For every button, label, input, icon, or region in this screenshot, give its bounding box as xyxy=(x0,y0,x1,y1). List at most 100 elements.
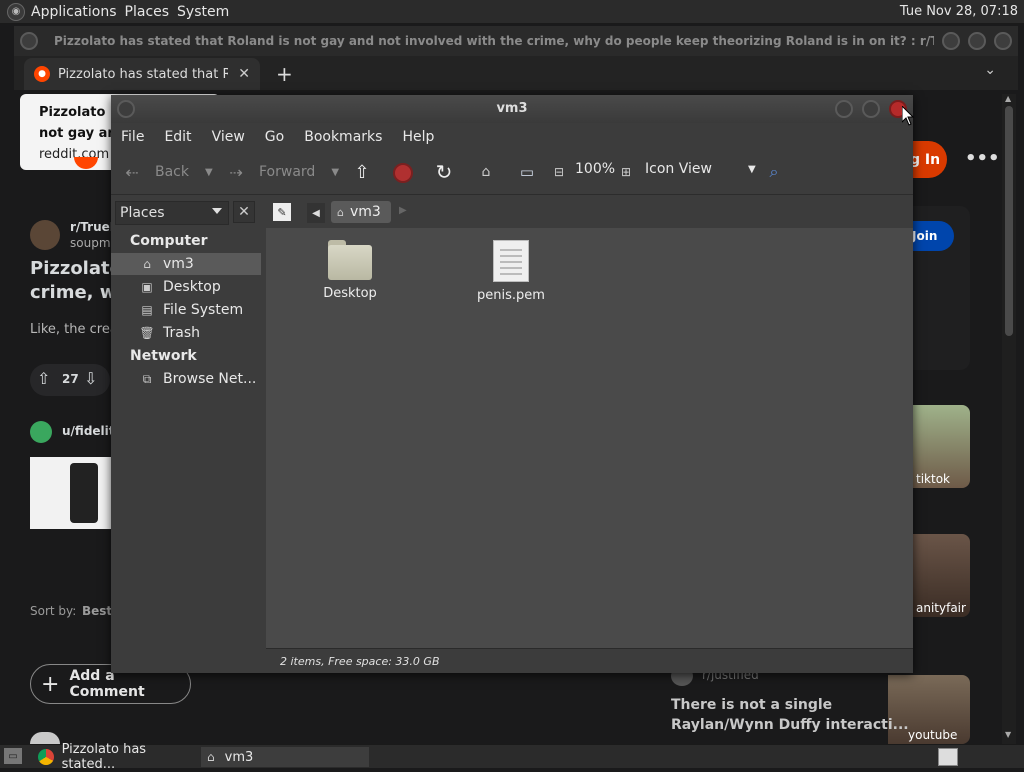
video-thumb-youtube[interactable]: youtube xyxy=(888,675,970,744)
back-button[interactable]: ⇠ Back ▼ xyxy=(121,161,213,183)
home-icon[interactable]: ⌂ xyxy=(475,161,497,183)
location-bar: Places ✕ ✎ ◀ ⌂ vm3 ▶ xyxy=(111,196,913,228)
view-mode-value: Icon View xyxy=(645,161,712,177)
upvote-icon[interactable]: ⇧ xyxy=(37,369,50,388)
taskbar-item-file-manager[interactable]: ⌂ vm3 xyxy=(201,747,369,767)
stop-icon[interactable] xyxy=(393,163,413,183)
scrollbar-thumb[interactable] xyxy=(1005,106,1013,336)
reload-icon[interactable]: ↻ xyxy=(433,160,455,184)
menu-system[interactable]: System xyxy=(177,4,237,20)
browser-tab[interactable]: ● Pizzolato has stated that Rola ✕ xyxy=(24,58,260,90)
browser-window-title: Pizzolato has stated that Roland is not … xyxy=(54,34,934,48)
chrome-icon xyxy=(38,749,54,765)
join-button[interactable]: Join xyxy=(906,221,954,251)
places-select-value: Places xyxy=(120,205,165,221)
breadcrumb-right-icon[interactable]: ▶ xyxy=(399,205,407,216)
show-desktop-icon[interactable]: ▭ xyxy=(4,748,22,764)
close-icon[interactable] xyxy=(994,32,1012,50)
breadcrumb-current[interactable]: ⌂ vm3 xyxy=(331,201,391,223)
minimize-icon[interactable] xyxy=(835,100,853,118)
edit-location-icon[interactable]: ✎ xyxy=(273,203,291,221)
forward-arrow-icon: ⇢ xyxy=(229,162,243,182)
workspace-switcher-icon[interactable] xyxy=(938,748,958,766)
clock[interactable]: Tue Nov 28, 07:18 xyxy=(900,4,1024,19)
home-folder-icon: ⌂ xyxy=(143,257,151,271)
back-history-chevron-icon[interactable]: ▼ xyxy=(205,167,213,178)
sidebar-item-file-system[interactable]: ▤ File System xyxy=(111,299,261,321)
sidebar-item-vm3[interactable]: ⌂ vm3 xyxy=(111,253,261,275)
file-item-desktop[interactable]: Desktop xyxy=(300,240,400,301)
computer-icon[interactable]: ▭ xyxy=(516,161,538,183)
menu-help[interactable]: Help xyxy=(392,129,444,145)
related-post-line-2[interactable]: Raylan/Wynn Duffy interacti... xyxy=(671,717,909,733)
status-text: 2 items, Free space: 33.0 GB xyxy=(280,655,440,668)
page-scrollbar[interactable]: ▲ ▼ xyxy=(1002,94,1016,744)
taskbar-item-label: vm3 xyxy=(224,749,254,765)
trash-icon: 🗑 xyxy=(139,326,155,340)
taskbar-item-browser[interactable]: Pizzolato has stated... xyxy=(32,742,200,772)
menu-go[interactable]: Go xyxy=(255,129,294,145)
places-sidebar: Computer ⌂ vm3 ▣ Desktop ▤ File System 🗑… xyxy=(111,228,261,648)
phone-graphic xyxy=(70,463,98,523)
video-thumb-vanityfair[interactable]: anityfair xyxy=(912,534,970,617)
ad-avatar[interactable] xyxy=(30,421,52,443)
system-logo-icon[interactable]: ◉ xyxy=(7,2,25,21)
taskbar: ▭ Pizzolato has stated... ⌂ vm3 xyxy=(0,742,1024,772)
sidebar-item-trash[interactable]: 🗑 Trash xyxy=(111,322,261,344)
maximize-icon[interactable] xyxy=(968,32,986,50)
zoom-level: 100% xyxy=(575,161,616,177)
zoom-in-icon[interactable]: ⊞ xyxy=(615,161,637,183)
more-options-icon[interactable]: ••• xyxy=(965,148,1000,169)
menu-applications[interactable]: Applications xyxy=(31,4,125,20)
close-sidebar-icon[interactable]: ✕ xyxy=(233,201,255,223)
subreddit-avatar[interactable] xyxy=(30,220,60,250)
tab-title: Pizzolato has stated that Rola xyxy=(58,66,228,82)
menu-places[interactable]: Places xyxy=(125,4,178,20)
search-icon[interactable]: ⌕ xyxy=(763,161,785,183)
minimize-icon[interactable] xyxy=(942,32,960,50)
menu-view[interactable]: View xyxy=(202,129,255,145)
desktop-folder-icon: ▣ xyxy=(141,280,153,294)
breadcrumb-label: vm3 xyxy=(349,204,381,220)
plus-icon: + xyxy=(41,671,60,697)
up-folder-icon[interactable]: ⇧ xyxy=(351,161,373,183)
file-manager-titlebar[interactable]: vm3 xyxy=(111,95,913,123)
menu-edit[interactable]: Edit xyxy=(154,129,201,145)
new-tab-button[interactable]: + xyxy=(276,62,293,86)
file-item-penis-pem[interactable]: penis.pem xyxy=(461,240,561,303)
menu-bookmarks[interactable]: Bookmarks xyxy=(294,129,392,145)
forward-history-chevron-icon[interactable]: ▼ xyxy=(331,167,339,178)
text-file-icon xyxy=(493,240,529,282)
window-menu-icon[interactable] xyxy=(20,32,38,50)
sidebar-item-browse-network[interactable]: ⧉ Browse Net... xyxy=(111,368,261,390)
sidebar-item-desktop[interactable]: ▣ Desktop xyxy=(111,276,261,298)
comment-avatar[interactable] xyxy=(30,732,60,744)
thumb-caption: tiktok xyxy=(916,472,950,486)
video-thumb-tiktok[interactable]: tiktok xyxy=(912,405,970,488)
back-label: Back xyxy=(155,164,189,180)
file-view[interactable]: Desktop penis.pem xyxy=(266,228,913,648)
back-arrow-icon: ⇠ xyxy=(125,162,139,182)
ad-image[interactable] xyxy=(30,457,112,529)
reddit-icon: ● xyxy=(34,66,50,82)
zoom-out-icon[interactable]: ⊟ xyxy=(548,161,570,183)
tab-close-icon[interactable]: ✕ xyxy=(238,66,250,82)
browser-titlebar[interactable]: Pizzolato has stated that Roland is not … xyxy=(14,26,1018,56)
related-post-line-1[interactable]: There is not a single xyxy=(671,697,832,713)
view-mode-select[interactable]: Icon View ▼ xyxy=(645,161,756,177)
sidebar-item-label: Browse Net... xyxy=(163,371,257,387)
menu-file[interactable]: File xyxy=(111,129,154,145)
sidebar-footer xyxy=(111,648,261,673)
sort-value[interactable]: Best xyxy=(82,604,112,618)
scroll-down-icon[interactable]: ▼ xyxy=(1005,730,1011,739)
places-select[interactable]: Places xyxy=(115,201,229,225)
forward-button[interactable]: ⇢ Forward ▼ xyxy=(225,161,339,183)
breadcrumb-left-icon[interactable]: ◀ xyxy=(307,203,325,223)
file-item-label: penis.pem xyxy=(477,288,545,303)
scroll-up-icon[interactable]: ▲ xyxy=(1005,94,1011,103)
sidebar-item-label: File System xyxy=(163,302,244,318)
downvote-icon[interactable]: ⇩ xyxy=(84,369,97,388)
tab-list-chevron-icon[interactable]: ⌄ xyxy=(984,62,996,78)
maximize-icon[interactable] xyxy=(862,100,880,118)
sort-label: Sort by: xyxy=(30,604,77,618)
